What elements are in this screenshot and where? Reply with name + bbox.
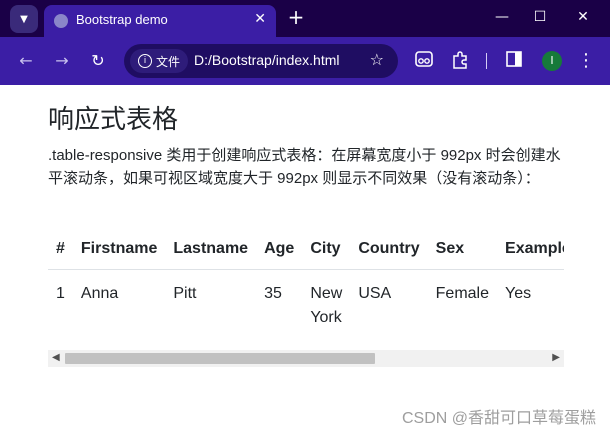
column-header: Sex (427, 229, 498, 270)
forward-button[interactable]: → (52, 51, 72, 71)
table-cell: 1 (48, 269, 73, 339)
page-description: .table-responsive 类用于创建响应式表格：在屏幕宽度小于 992… (48, 147, 561, 187)
scrollbar-thumb[interactable] (65, 353, 375, 364)
url-text[interactable]: D:/Bootstrap/index.html (194, 52, 340, 68)
address-bar[interactable]: i 文件 D:/Bootstrap/index.html ☆ (124, 44, 398, 78)
site-info-button[interactable]: i 文件 (130, 49, 188, 73)
table-cell: USA (350, 269, 428, 339)
close-window-button[interactable]: ✕ (573, 9, 593, 27)
minimize-button[interactable]: — (492, 9, 512, 27)
back-button[interactable]: ← (16, 51, 36, 71)
page-content: 响应式表格 .table-responsive 类用于创建响应式表格：在屏幕宽度… (0, 85, 610, 436)
column-header: Example (497, 229, 564, 270)
globe-icon (54, 14, 68, 28)
column-header: Age (256, 229, 303, 270)
column-header: Lastname (165, 229, 257, 270)
side-panel-icon[interactable] (504, 51, 524, 71)
bookmark-star-icon[interactable]: ☆ (370, 50, 384, 69)
toolbar-divider (486, 53, 487, 69)
info-icon: i (137, 54, 152, 68)
table-row: 1 Anna Pitt 35 New York USA Female Yes (48, 269, 564, 339)
page-heading: 响应式表格 (48, 104, 179, 134)
scroll-left-arrow-icon[interactable]: ◀ (52, 352, 60, 363)
column-header: Firstname (72, 229, 166, 270)
incognito-glasses-icon[interactable] (414, 51, 434, 71)
reload-button[interactable]: ↻ (88, 51, 108, 71)
watermark: CSDN @香甜可口草莓蛋糕 (401, 410, 596, 427)
tab-title: Bootstrap demo (76, 12, 168, 27)
menu-dots-icon[interactable]: ⋮ (576, 51, 596, 71)
table-cell: Pitt (165, 269, 257, 339)
site-info-label: 文件 (155, 54, 180, 69)
maximize-button[interactable]: ☐ (530, 9, 550, 27)
table-cell: Female (427, 269, 498, 339)
title-bar: ▼ Bootstrap demo ✕ + — ☐ ✕ (0, 0, 610, 37)
responsive-table-container[interactable]: # Firstname Lastname Age City Country Se… (48, 229, 564, 339)
chevron-down-icon: ▼ (20, 13, 28, 25)
table-header-row: # Firstname Lastname Age City Country Se… (48, 229, 564, 270)
horizontal-scrollbar[interactable]: ◀ ▶ (48, 350, 564, 367)
extensions-puzzle-icon[interactable] (450, 51, 470, 71)
tab-close-icon[interactable]: ✕ (254, 11, 266, 27)
table-cell: Yes (497, 269, 564, 339)
data-table: # Firstname Lastname Age City Country Se… (48, 229, 564, 339)
column-header: # (48, 229, 73, 270)
table-cell: 35 (256, 269, 303, 339)
table-cell: Anna (72, 269, 166, 339)
scroll-right-arrow-icon[interactable]: ▶ (552, 352, 560, 363)
column-header: City (302, 229, 351, 270)
new-tab-button[interactable]: + (286, 7, 306, 28)
column-header: Country (350, 229, 428, 270)
profile-avatar[interactable]: I (542, 51, 562, 71)
table-cell: New York (302, 269, 351, 339)
tab-search-button[interactable]: ▼ (10, 5, 38, 33)
browser-tab[interactable]: Bootstrap demo ✕ (44, 5, 276, 37)
browser-toolbar: ← → ↻ i 文件 D:/Bootstrap/index.html ☆ I ⋮ (0, 37, 610, 85)
